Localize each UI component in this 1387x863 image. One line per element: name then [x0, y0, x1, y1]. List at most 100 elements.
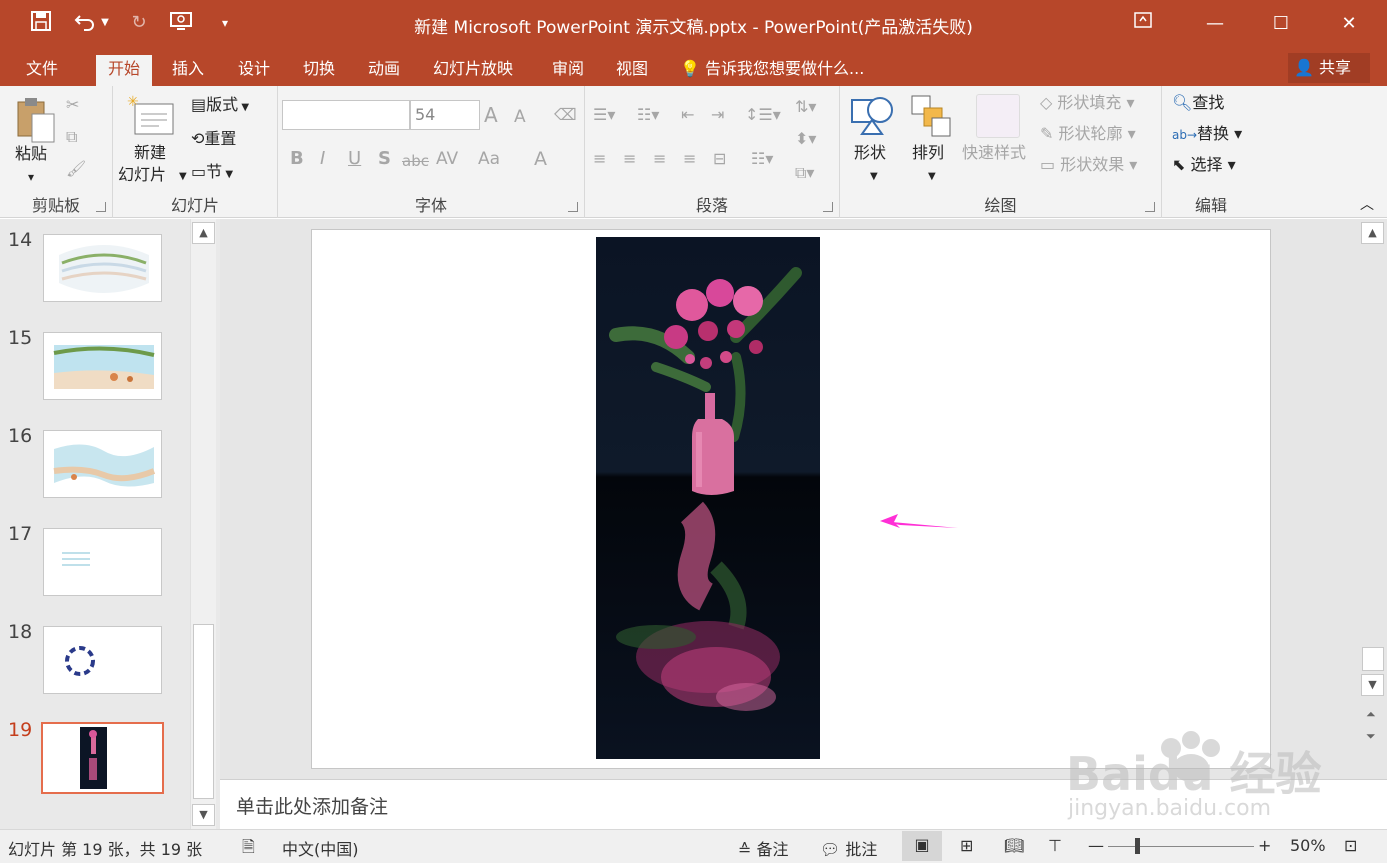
slide-thumbnail-17[interactable] — [43, 528, 162, 596]
vase-flower-image[interactable] — [596, 237, 820, 759]
tab-design[interactable]: 设计 — [226, 55, 282, 86]
tab-animations[interactable]: 动画 — [356, 55, 412, 86]
thumb-number: 15 — [8, 327, 33, 349]
slide-thumbnail-18[interactable] — [43, 626, 162, 694]
shape-effects-button: ▭ 形状效果 ▾ — [1040, 155, 1138, 174]
zoom-slider-track[interactable] — [1108, 846, 1254, 847]
slideshow-view-icon[interactable]: ⊤ — [1048, 836, 1062, 855]
new-slide-dropdown-icon[interactable]: ▼ — [179, 166, 187, 188]
section-dropdown-icon: ▼ — [222, 169, 234, 180]
editor-scrollbar[interactable]: ▲ ▼ ⏶ ⏷ — [1360, 219, 1387, 779]
zoom-in-icon[interactable]: + — [1258, 836, 1271, 855]
arrange-label[interactable]: 排列 — [912, 142, 944, 164]
tab-file[interactable]: 文件 — [14, 55, 70, 86]
clipboard-launcher-icon[interactable] — [96, 202, 106, 212]
new-slide-label-2[interactable]: 幻灯片 — [118, 164, 166, 186]
change-case-icon: Aa — [478, 149, 501, 169]
status-bar: 幻灯片 第 19 张，共 19 张 🗎 中文(中国) ≙ 备注 💬︎ 批注 ▣ … — [0, 829, 1387, 863]
shapes-dropdown-icon[interactable]: ▼ — [870, 166, 878, 188]
minimize-icon[interactable]: — — [1200, 9, 1230, 39]
align-center-icon: ≡ — [623, 149, 637, 168]
scroll-down-icon[interactable]: ▼ — [192, 804, 215, 826]
bold-icon: B — [290, 148, 304, 169]
zoom-level[interactable]: 50% — [1290, 836, 1326, 855]
drawing-launcher-icon[interactable] — [1145, 202, 1155, 212]
shapes-icon[interactable] — [850, 94, 896, 138]
comments-toggle[interactable]: 💬︎ 批注 — [820, 836, 877, 860]
justify-icon: ≡ — [683, 149, 697, 168]
arrange-icon[interactable] — [910, 94, 954, 138]
tab-transitions[interactable]: 切换 — [291, 55, 347, 86]
maximize-icon[interactable]: ☐ — [1266, 9, 1296, 39]
tab-home[interactable]: 开始 — [96, 55, 153, 86]
editor-scroll-up-icon[interactable]: ▲ — [1361, 222, 1384, 244]
new-slide-label-1[interactable]: 新建 — [134, 142, 166, 164]
next-slide-icon[interactable]: ⏷ — [1366, 725, 1376, 747]
arrange-dropdown-icon[interactable]: ▼ — [928, 166, 936, 188]
new-slide-icon[interactable]: ✳ — [127, 94, 177, 138]
font-launcher-icon[interactable] — [568, 202, 578, 212]
columns-icon: ☷▾ — [751, 149, 774, 168]
previous-slide-icon[interactable]: ⏶ — [1366, 703, 1376, 725]
scroll-up-icon[interactable]: ▲ — [192, 222, 215, 244]
quick-styles-icon — [976, 94, 1020, 138]
editor-scroll-down-icon[interactable]: ▼ — [1361, 674, 1384, 696]
zoom-slider-thumb[interactable] — [1135, 838, 1140, 854]
normal-view-icon[interactable]: ▣ — [902, 831, 942, 861]
shapes-label[interactable]: 形状 — [854, 142, 886, 164]
align-right-icon: ≡ — [653, 149, 667, 168]
paste-label[interactable]: 粘贴 — [15, 143, 47, 165]
slide-thumbnail-14[interactable] — [43, 234, 162, 302]
ribbon-display-options-icon[interactable] — [1128, 9, 1158, 39]
close-icon[interactable]: ✕ — [1334, 9, 1364, 39]
tab-review[interactable]: 审阅 — [540, 55, 596, 86]
paste-dropdown-icon[interactable]: ▾ — [28, 166, 34, 188]
slide-thumbnail-16[interactable] — [43, 430, 162, 498]
layout-label: 版式 — [206, 95, 239, 114]
notes-label: 备注 — [756, 840, 789, 859]
tab-insert[interactable]: 插入 — [160, 55, 216, 86]
font-size-combo[interactable]: 54 — [410, 100, 480, 130]
ribbon: 粘贴 ▾ ✂ ⧉ 🖌 剪贴板 ✳ 新建 幻灯片 ▼ ▤版式 ▼ ⟲重置 ▭节 ▼… — [0, 86, 1387, 218]
editor-scroll-thumb[interactable] — [1362, 647, 1384, 671]
slides-group: ✳ 新建 幻灯片 ▼ ▤版式 ▼ ⟲重置 ▭节 ▼ 幻灯片 — [113, 86, 278, 218]
share-button[interactable]: 👤 共享 — [1288, 53, 1370, 83]
notes-placeholder: 单击此处添加备注 — [236, 796, 389, 818]
slide-canvas[interactable] — [311, 229, 1271, 769]
section-button[interactable]: ▭节 ▼ — [191, 161, 233, 186]
distributed-icon: ⊟ — [713, 149, 727, 168]
lightbulb-icon: 💡 — [680, 59, 700, 78]
paste-icon[interactable] — [14, 96, 58, 144]
select-button[interactable]: ⬉ 选择 ▾ — [1172, 154, 1236, 176]
slide-thumbnail-15[interactable] — [43, 332, 162, 400]
layout-button[interactable]: ▤版式 ▼ — [191, 94, 249, 119]
paragraph-launcher-icon[interactable] — [823, 202, 833, 212]
fit-to-window-icon[interactable]: ⊡ — [1344, 836, 1357, 855]
font-group-label: 字体 — [414, 196, 447, 215]
tab-slideshow[interactable]: 幻灯片放映 — [421, 55, 525, 86]
replace-button[interactable]: ab→替换 ▾ — [1172, 123, 1242, 146]
thumb-number: 18 — [8, 621, 33, 643]
reset-button[interactable]: ⟲重置 — [191, 128, 236, 150]
collapse-ribbon-icon[interactable]: ︿ — [1360, 194, 1374, 216]
editing-group: 🔍︎查找 ab→替换 ▾ ⬉ 选择 ▾ 编辑 — [1162, 86, 1260, 218]
tell-me-box[interactable]: 💡 告诉我您想要做什么... — [680, 55, 864, 82]
smartart-icon: ⧉▾ — [795, 163, 815, 182]
slide-thumbnail-19-selected[interactable] — [41, 722, 164, 794]
svg-text:✳: ✳ — [127, 94, 139, 110]
thumbnail-scrollbar[interactable]: ▲ ▼ — [190, 219, 216, 829]
spellcheck-icon[interactable]: 🗎 — [242, 836, 255, 863]
slide-sorter-icon[interactable]: ⊞ — [960, 836, 973, 855]
clipboard-group: 粘贴 ▾ ✂ ⧉ 🖌 剪贴板 — [0, 86, 113, 218]
find-button[interactable]: 🔍︎查找 — [1172, 92, 1224, 114]
zoom-out-icon[interactable]: — — [1088, 836, 1104, 855]
tab-view[interactable]: 视图 — [604, 55, 660, 86]
notes-toggle[interactable]: ≙ 备注 — [738, 836, 789, 860]
font-name-combo[interactable] — [282, 100, 410, 130]
window-title: 新建 Microsoft PowerPoint 演示文稿.pptx - Powe… — [414, 18, 973, 38]
shape-outline-button: ✎ 形状轮廓 ▾ — [1040, 124, 1136, 143]
language-indicator[interactable]: 中文(中国) — [282, 836, 359, 860]
reading-view-icon[interactable]: 📖︎ — [1004, 836, 1024, 855]
editing-group-label: 编辑 — [1194, 196, 1227, 215]
thumbnail-scroll-thumb[interactable] — [193, 624, 214, 799]
